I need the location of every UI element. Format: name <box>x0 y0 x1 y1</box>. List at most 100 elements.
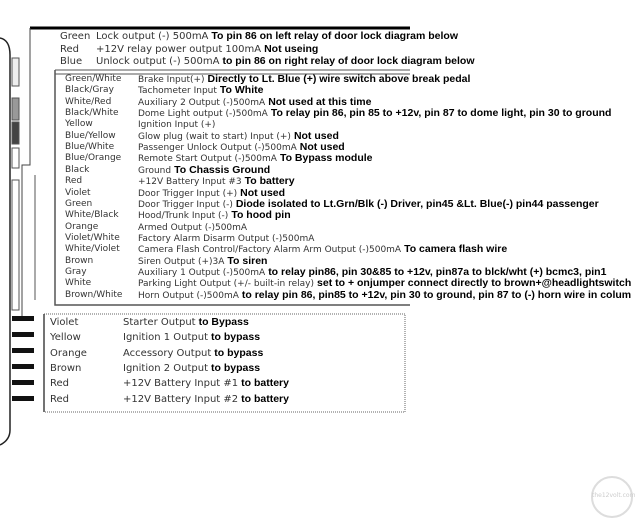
wire-note: To Bypass module <box>279 152 373 165</box>
wire-note: Not used <box>293 129 339 142</box>
wire-note: To White <box>219 84 264 97</box>
wire-function-text: Brake Input(+) <box>138 75 205 85</box>
wire-note: to bypass <box>214 346 264 359</box>
wire-color: Black/White <box>65 108 119 119</box>
wire-function-text: Door Trigger Input (+) <box>138 188 238 199</box>
wire-color: Blue/White <box>65 142 115 153</box>
wire-color: Red <box>65 176 83 187</box>
wire-color: White/Violet <box>65 244 120 255</box>
wire-color: Green <box>65 198 93 209</box>
wire-function: Ignition Input (+) <box>138 119 218 131</box>
wire-color: Black/Gray <box>65 85 114 96</box>
wire-function: Brake Input(+) Directly to Lt. Blue (+) w… <box>138 74 470 86</box>
wire-function: Dome Light output (-)500mA To relay pin 8… <box>138 108 611 120</box>
wire-function: Starter Output to Bypass <box>123 316 249 329</box>
watermark: the12volt.com <box>592 492 636 499</box>
wire-function: Ignition 2 Output to bypass <box>123 361 261 374</box>
wire-color: Blue/Yellow <box>65 130 116 141</box>
wire-color: Violet <box>50 317 79 328</box>
wire-function-text: Parking Light Output (+/- built-in relay… <box>138 279 315 290</box>
pin <box>12 332 34 337</box>
wire-note: to bypass <box>211 331 261 344</box>
wire-function-text: Remote Start Output (-)500mA <box>138 154 277 165</box>
wire-function-text: +12V Battery Input #1 <box>123 378 239 390</box>
pin <box>12 364 34 369</box>
wire-function: Accessory Output to bypass <box>123 346 264 359</box>
wire-function: +12V Battery Input #1 to battery <box>123 377 289 390</box>
wire-color: Red <box>50 378 69 390</box>
wire-note: Not useing <box>264 42 319 55</box>
pin <box>12 380 34 385</box>
wire-function: Camera Flash Control/Factory Alarm Arm O… <box>138 244 507 256</box>
wire-function-text: Ignition 1 Output <box>123 332 209 344</box>
wire-color: Orange <box>65 221 99 232</box>
wire-function-text: Armed Output (-)500mA <box>138 222 248 233</box>
wire-color: Orange <box>50 347 87 359</box>
wire-note: set to + onjumper connect directly to br… <box>317 277 632 290</box>
wire-function: Horn Output (-)500mA to relay pin 86, pin… <box>138 288 632 302</box>
wire-function-text: Accessory Output <box>123 347 212 359</box>
pin <box>12 316 34 321</box>
wire-function-text: Dome Light output (-)500mA <box>138 109 268 120</box>
wire-color: Yellow <box>50 332 81 344</box>
wire-note: to relay pin 86, pin85 to +12v, pin 30 t… <box>241 288 632 301</box>
wire-color: Blue <box>60 56 83 67</box>
wire-color: Yellow <box>65 119 93 130</box>
wire-function-text: Ignition 2 Output <box>123 362 209 374</box>
wire-function-text: Auxiliary 1 Output (-)500mA <box>138 267 266 278</box>
wire-note: To hood pin <box>231 209 291 222</box>
wire-color: Violet <box>65 187 91 198</box>
wire-note: Not used <box>240 186 286 199</box>
wire-color: Brown <box>65 255 94 266</box>
wire-note: to relay pin86, pin 30&85 to +12v, pin87… <box>268 265 607 278</box>
wire-function: Ignition 1 Output to bypass <box>123 331 261 344</box>
wire-note: To Chassis Ground <box>174 163 271 176</box>
wire-function-text: Door Trigger Input (-) <box>138 199 233 210</box>
wire-function-text: Lock output (-) 500mA <box>96 31 209 42</box>
wire-note: Directly to Lt. Blue (+) wire switch abo… <box>207 73 471 85</box>
wire-color: Gray <box>65 266 87 277</box>
wire-function-text: Ground <box>138 165 172 176</box>
wire-function: Lock output (-) 500mA To pin 86 on left r… <box>96 31 458 43</box>
wire-note: To battery <box>244 175 295 188</box>
wire-function: Siren Output (+)3A To siren <box>138 255 267 268</box>
wire-function: Hood/Trunk Input (-) To hood pin <box>138 210 291 222</box>
wire-function-text: Passenger Unlock Output (-)500mA <box>138 143 297 154</box>
wire-note: to battery <box>241 377 289 390</box>
wire-function: Tachometer Input To White <box>138 85 263 97</box>
wire-note: to bypass <box>211 361 261 374</box>
pin <box>12 396 34 401</box>
wire-function-text: +12V Battery Input #3 <box>138 177 242 188</box>
wire-note: to pin 86 on right relay of door lock di… <box>222 55 475 67</box>
pin <box>12 348 34 353</box>
wire-function-text: Tachometer Input <box>138 86 217 97</box>
wire-function-text: Glow plug (wait to start) Input (+) <box>138 131 291 142</box>
wire-note: to Bypass <box>198 316 249 328</box>
wire-function-text: +12V Battery Input #2 <box>123 393 239 405</box>
wire-function: Armed Output (-)500mA <box>138 222 250 234</box>
wire-function: +12V relay power output 100mA Not useing <box>96 42 319 55</box>
wire-function-text: Unlock output (-) 500mA <box>96 56 220 67</box>
wire-color: Green/White <box>65 74 122 84</box>
wire-function-text: Camera Flash Control/Factory Alarm Arm O… <box>138 245 402 256</box>
wire-color: White/Red <box>65 96 112 107</box>
wire-color: Black <box>65 164 90 175</box>
wire-color: Blue/Orange <box>65 153 122 164</box>
wire-color: Red <box>60 43 79 55</box>
wire-function-text: Factory Alarm Disarm Output (-)500mA <box>138 233 315 244</box>
wire-note: Not used at this time <box>268 95 372 108</box>
wire-note: Not used <box>299 141 345 154</box>
wire-note: To camera flash wire <box>404 243 508 256</box>
wire-color: Brown/White <box>65 289 123 300</box>
wire-function: Door Trigger Input (-) Diode isolated to … <box>138 198 599 211</box>
wire-function-text: +12V relay power output 100mA <box>96 43 262 55</box>
wire-color: White/Black <box>65 210 119 221</box>
wire-function: Unlock output (-) 500mA to pin 86 on righ… <box>96 55 475 68</box>
wire-color: Red <box>50 393 69 405</box>
wire-function-text: Ignition Input (+) <box>138 120 216 131</box>
wire-color: White <box>65 278 92 289</box>
wire-function-text: Auxiliary 2 Output (-)500mA <box>138 97 266 108</box>
wire-function-text: Horn Output (-)500mA <box>138 290 239 301</box>
wire-function: Factory Alarm Disarm Output (-)500mA <box>138 233 317 245</box>
wire-color: Violet/White <box>65 232 120 243</box>
